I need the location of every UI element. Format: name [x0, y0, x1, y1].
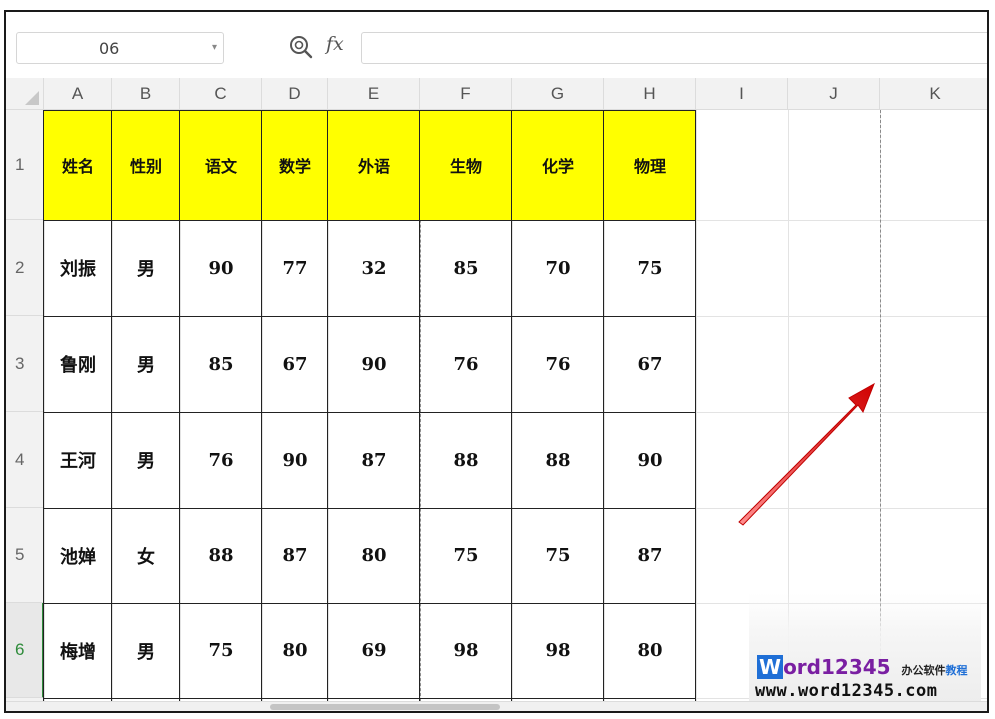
watermark-url: www.word12345.com	[755, 681, 938, 701]
watermark-logo: Word12345 办公软件教程 www.word12345.com	[749, 593, 981, 703]
spreadsheet-window: 06 ▾ fx A B C D E F G H I J K 1 2 3 4 5 6 姓名 性别 语文 数学 外语 生物 化学物…	[4, 10, 989, 713]
scrollbar-thumb[interactable]	[270, 704, 500, 710]
watermark-brand: Word12345 办公软件教程	[757, 655, 968, 679]
horizontal-scrollbar[interactable]	[6, 701, 987, 711]
